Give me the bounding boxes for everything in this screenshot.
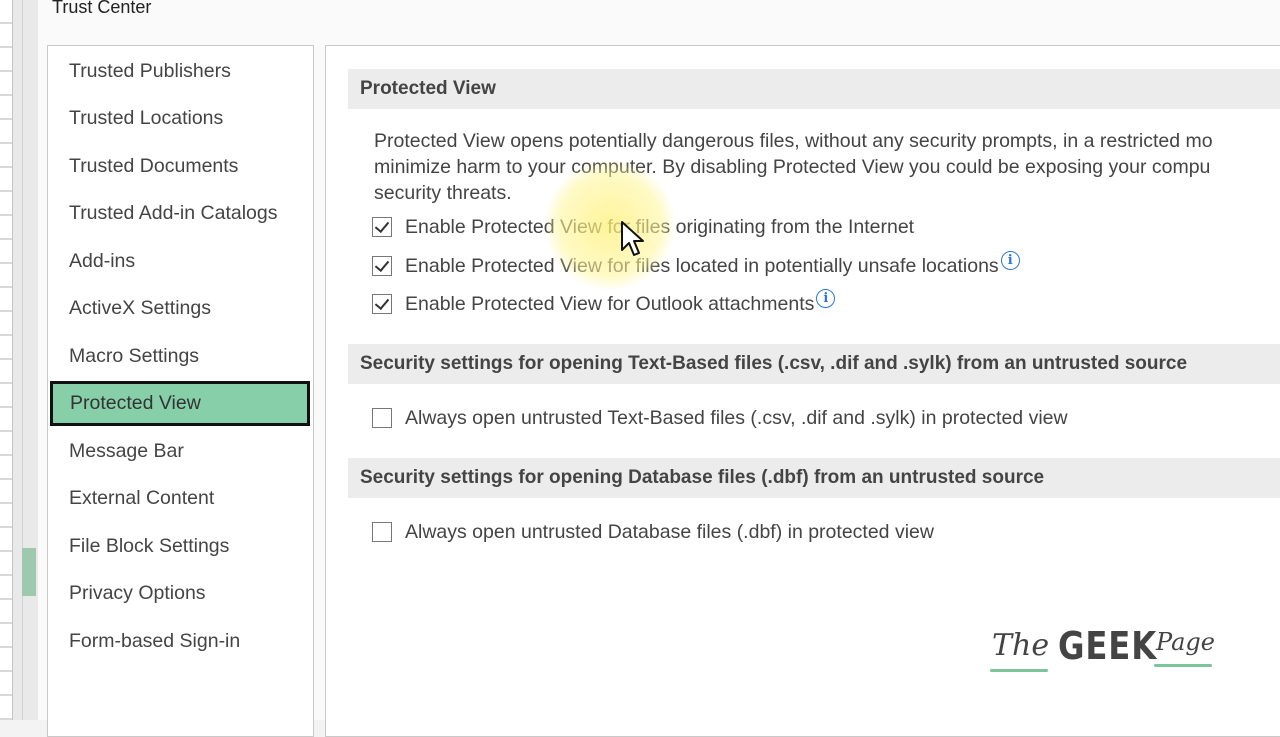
nav-item-privacy-options[interactable]: Privacy Options [49,571,311,616]
spreadsheet-selection [22,548,36,596]
nav-item-external-content[interactable]: External Content [49,476,311,521]
option-database-files-label: Always open untrusted Database files (.d… [405,520,934,543]
description-line-2: minimize harm to your computer. By disab… [374,156,1211,178]
option-text-based-files[interactable]: Always open untrusted Text-Based files (… [372,405,1068,431]
nav-item-trusted-locations[interactable]: Trusted Locations [49,96,311,141]
spreadsheet-cells [0,0,13,720]
nav-item-form-based-sign-in[interactable]: Form-based Sign-in [49,619,311,664]
trust-center-dialog: Trust Center Trusted Publishers Trusted … [38,0,1280,737]
logo-underline-right [1154,664,1212,667]
info-icon[interactable]: i [1000,250,1020,270]
the-geek-page-logo: The GEEK Page [990,622,1220,678]
logo-the: The [992,628,1050,663]
nav-item-message-bar[interactable]: Message Bar [49,429,311,474]
option-database-files[interactable]: Always open untrusted Database files (.d… [372,519,934,545]
nav-item-activex-settings[interactable]: ActiveX Settings [49,286,311,331]
option-internet-files-label: Enable Protected View for files originat… [405,215,915,238]
checkbox-outlook-attachments[interactable] [372,294,392,314]
nav-item-macro-settings[interactable]: Macro Settings [49,334,311,379]
nav-item-protected-view[interactable]: Protected View [50,381,310,426]
background-spreadsheet [0,0,39,720]
protected-view-description: Protected View opens potentially dangero… [374,128,1280,206]
description-line-3: security threats. [374,182,512,204]
mouse-pointer-icon [621,221,644,256]
checkbox-text-based-files[interactable] [372,408,392,428]
spreadsheet-column-line [22,0,23,720]
checkbox-unsafe-locations[interactable] [372,256,392,276]
nav-item-trusted-documents[interactable]: Trusted Documents [49,144,311,189]
dialog-title: Trust Center [52,0,152,17]
description-line-1: Protected View opens potentially dangero… [374,130,1213,152]
checkbox-internet-files[interactable] [372,217,392,237]
trust-center-nav: Trusted Publishers Trusted Locations Tru… [47,45,314,737]
section-header-protected-view: Protected View [348,69,1280,109]
nav-item-trusted-publishers[interactable]: Trusted Publishers [49,49,311,94]
checkbox-database-files[interactable] [372,522,392,542]
section-header-database-files: Security settings for opening Database f… [348,458,1280,498]
nav-item-trusted-add-in-catalogs[interactable]: Trusted Add-in Catalogs [49,191,311,236]
title-bar [38,0,1280,28]
option-outlook-attachments-label: Enable Protected View for Outlook attach… [405,292,815,315]
info-icon[interactable]: i [816,288,836,308]
section-header-text-files: Security settings for opening Text-Based… [348,344,1280,384]
logo-geek: GEEK [1058,624,1158,668]
option-unsafe-locations[interactable]: Enable Protected View for files located … [372,250,1020,279]
option-text-based-files-label: Always open untrusted Text-Based files (… [405,406,1068,429]
nav-item-file-block-settings[interactable]: File Block Settings [49,524,311,569]
logo-page: Page [1156,628,1215,656]
option-outlook-attachments[interactable]: Enable Protected View for Outlook attach… [372,288,836,317]
logo-underline-left [990,669,1048,672]
nav-item-add-ins[interactable]: Add-ins [49,239,311,284]
option-unsafe-locations-label: Enable Protected View for files located … [405,254,999,277]
